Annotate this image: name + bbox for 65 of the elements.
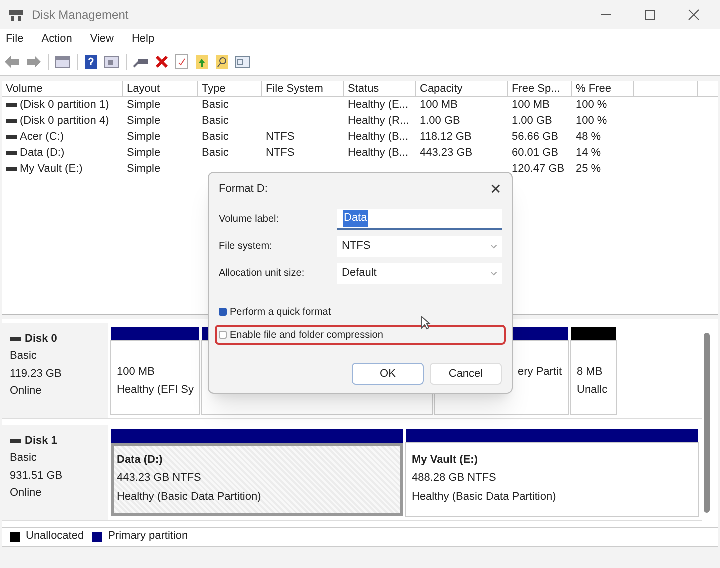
- disk-name: Disk 0: [25, 332, 58, 347]
- partition-detail: Healthy (EFI Sy: [117, 383, 193, 398]
- table-cell-text: Simple: [127, 146, 161, 161]
- table-cell-text: 100 %: [576, 114, 608, 129]
- table-cell-text: 118.12 GB: [420, 130, 472, 145]
- partition-detail: 8 MB: [577, 364, 604, 380]
- field-label: Volume label:: [219, 213, 280, 227]
- disk-name: Disk 1: [25, 434, 58, 449]
- table-cell-text: Simple: [127, 98, 161, 113]
- dropdown-value: Default: [342, 266, 377, 282]
- table-cell-text: Basic: [202, 98, 229, 113]
- table-cell-text: 100 MB: [420, 98, 458, 113]
- partition-detail: 100 MB: [117, 364, 156, 380]
- window-title: Disk Management: [32, 6, 129, 24]
- table-cell-text: Simple: [127, 130, 161, 145]
- table-cell-text: (Disk 0 partition 4): [20, 114, 110, 129]
- partition-title: My Vault (E:): [412, 452, 480, 468]
- table-cell-text: Simple: [127, 162, 161, 177]
- table-cell-text: 56.66 GB: [512, 130, 558, 145]
- table-cell-text: 100 MB: [512, 98, 550, 113]
- table-cell-text: Basic: [202, 114, 229, 129]
- disk-detail: Online: [10, 486, 43, 502]
- checkbox-label: Perform a quick format: [230, 306, 332, 320]
- legend-label: Primary partition: [108, 529, 188, 544]
- table-cell-text: 60.01 GB: [512, 146, 558, 161]
- partition-detail: ery Partit: [518, 364, 562, 380]
- dialog-title: Format D:: [219, 182, 268, 197]
- table-cell-text: Healthy (B...: [348, 146, 409, 161]
- table-cell-text: Healthy (B...: [348, 130, 409, 145]
- field-label: Allocation unit size:: [219, 267, 306, 281]
- table-cell-text: (Disk 0 partition 1): [20, 98, 110, 113]
- table-cell-text: 443.23 GB: [420, 146, 473, 161]
- table-cell-text: 100 %: [576, 98, 608, 113]
- table-cell-text: 1.00 GB: [420, 114, 460, 129]
- table-cell-text: Basic: [202, 146, 229, 161]
- disk-detail: Basic: [10, 451, 38, 466]
- disk-detail: 931.51 GB: [10, 468, 64, 484]
- selected-text: Data: [343, 210, 368, 227]
- table-cell-text: 48 %: [576, 130, 602, 145]
- disk-detail: 119.23 GB: [10, 366, 63, 382]
- legend-label: Unallocated: [26, 529, 84, 544]
- partition-title: Data (D:): [117, 452, 164, 468]
- table-cell-text: Data (D:): [20, 146, 65, 161]
- table-cell-text: 14 %: [576, 146, 602, 161]
- disk-detail: Basic: [10, 349, 38, 364]
- table-cell-text: Acer (C:): [20, 130, 64, 145]
- table-cell-text: Simple: [127, 114, 161, 129]
- table-cell-text: 120.47 GB: [512, 162, 565, 177]
- field-label: File system:: [219, 240, 274, 254]
- dropdown-value: NTFS: [342, 239, 371, 254]
- disk-detail: Online: [10, 384, 43, 400]
- table-cell-text: 1.00 GB: [512, 114, 552, 129]
- partition-detail: Healthy (Basic Data Partition): [117, 490, 262, 505]
- table-cell-text: Basic: [202, 130, 229, 145]
- table-cell-text: My Vault (E:): [20, 162, 83, 177]
- table-cell-text: Healthy (E...: [348, 98, 409, 113]
- checkbox-label: Enable file and folder compression: [230, 328, 384, 342]
- table-cell-text: Healthy (R...: [348, 114, 410, 129]
- table-cell-text: 25 %: [576, 162, 602, 177]
- table-cell-text: NTFS: [266, 146, 295, 161]
- partition-detail: Unallc: [577, 383, 609, 398]
- partition-detail: 443.23 GB NTFS: [117, 471, 202, 486]
- partition-detail: Healthy (Basic Data Partition): [412, 490, 558, 505]
- partition-detail: 488.28 GB NTFS: [412, 471, 498, 486]
- table-cell-text: NTFS: [266, 130, 295, 145]
